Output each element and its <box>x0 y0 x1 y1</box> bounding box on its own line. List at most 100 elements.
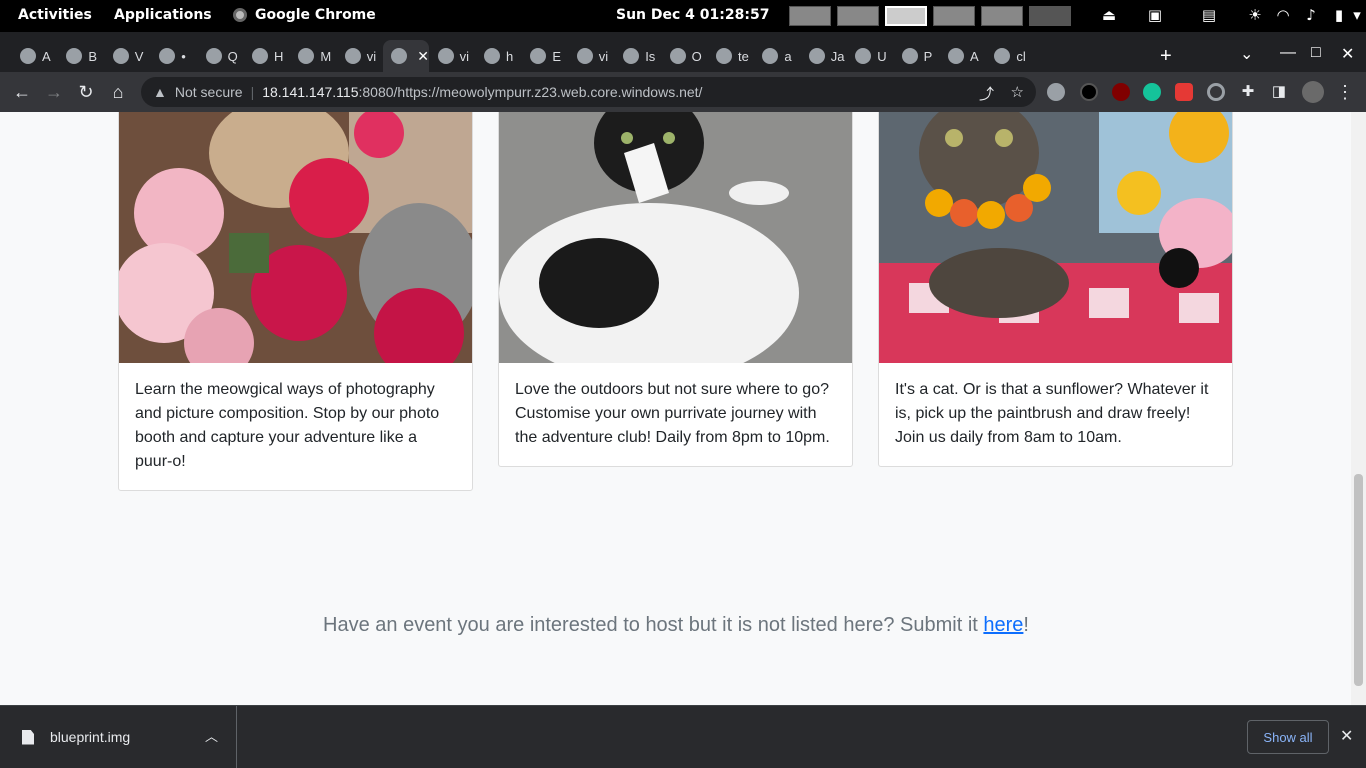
browser-tab[interactable]: Is <box>615 40 661 72</box>
profile-avatar[interactable] <box>1302 81 1324 103</box>
applications-menu[interactable]: Applications <box>114 7 212 23</box>
browser-tab[interactable]: • <box>151 40 197 72</box>
workspace-2[interactable] <box>837 6 879 26</box>
tab-title: O <box>691 48 702 64</box>
browser-tab[interactable]: ✕ <box>383 40 430 72</box>
tab-title: a <box>784 48 792 64</box>
browser-tab[interactable]: te <box>708 40 754 72</box>
ublock-icon[interactable] <box>1112 83 1130 101</box>
browser-tab[interactable]: A <box>940 40 986 72</box>
brightness-icon[interactable]: ☀ <box>1246 6 1264 24</box>
event-card-photography: Learn the meowgical ways of photography … <box>118 112 473 491</box>
art-cat-image <box>879 112 1232 363</box>
clipboard-icon[interactable]: ▣ <box>1146 6 1164 24</box>
browser-tab[interactable]: a <box>754 40 800 72</box>
page-scrollbar[interactable] <box>1351 112 1366 705</box>
browser-toolbar: ← → ↻ ⌂ ▲ Not secure | 18.141.147.115 :8… <box>0 72 1366 112</box>
power-menu-icon[interactable]: ▾ <box>1348 6 1366 24</box>
browser-tab[interactable]: P <box>894 40 940 72</box>
extensions-puzzle-icon[interactable]: ✚ <box>1237 81 1259 103</box>
grammarly-icon[interactable] <box>1143 83 1161 101</box>
back-icon[interactable]: ← <box>11 81 33 103</box>
home-icon[interactable]: ⌂ <box>107 81 129 103</box>
submit-event-link[interactable]: here <box>983 614 1023 636</box>
url-host: 18.141.147.115 <box>262 84 359 100</box>
browser-tab[interactable]: V <box>105 40 151 72</box>
workspace-5[interactable] <box>981 6 1023 26</box>
close-tab-icon[interactable]: ✕ <box>417 48 429 65</box>
activities-button[interactable]: Activities <box>18 7 92 23</box>
tab-favicon-icon <box>252 48 268 64</box>
browser-tab[interactable]: O <box>662 40 708 72</box>
tab-favicon-icon <box>437 48 454 64</box>
close-window-icon[interactable]: ✕ <box>1341 44 1354 64</box>
page-viewport: Learn the meowgical ways of photography … <box>0 112 1366 705</box>
system-top-bar: Activities Applications Google Chrome Su… <box>0 0 1366 32</box>
bookmark-star-icon[interactable]: ☆ <box>1011 83 1024 101</box>
download-item[interactable]: blueprint.img ︿ <box>0 706 237 768</box>
tab-favicon-icon <box>576 48 593 64</box>
reload-icon[interactable]: ↻ <box>75 81 97 103</box>
new-tab-button[interactable]: + <box>1160 45 1172 68</box>
photography-cat-image <box>119 112 472 363</box>
maximize-icon[interactable]: □ <box>1311 44 1321 62</box>
browser-tab[interactable]: H <box>244 40 290 72</box>
browser-tab[interactable]: M <box>290 40 336 72</box>
active-app-label: Google Chrome <box>255 7 376 23</box>
close-icon[interactable]: ✕ <box>1340 726 1353 746</box>
warning-icon[interactable]: ▲ <box>153 84 167 100</box>
minimize-icon[interactable]: — <box>1280 44 1296 62</box>
event-card-art: It's a cat. Or is that a sunflower? What… <box>878 112 1233 467</box>
workspace-4[interactable] <box>933 6 975 26</box>
browser-tab[interactable]: h <box>476 40 522 72</box>
tab-favicon-icon <box>66 48 83 64</box>
browser-tab[interactable]: vi <box>337 40 383 72</box>
volume-icon[interactable]: ♪ <box>1302 6 1320 24</box>
tab-title: A <box>970 48 979 64</box>
workspace-3[interactable] <box>885 6 927 26</box>
chrome-menu-icon[interactable]: ⋮ <box>1334 81 1356 103</box>
browser-tab[interactable]: vi <box>430 40 476 72</box>
side-panel-icon[interactable]: ◨ <box>1268 81 1290 103</box>
card-description: Learn the meowgical ways of photography … <box>135 381 440 470</box>
battery-icon[interactable]: ▮ <box>1330 6 1348 24</box>
extension-red-icon[interactable] <box>1175 83 1193 101</box>
workspace-6[interactable] <box>1029 6 1071 26</box>
address-bar[interactable]: ▲ Not secure | 18.141.147.115 :8080/http… <box>141 77 1036 107</box>
tab-search-icon[interactable]: ⌄ <box>1240 44 1253 64</box>
browser-tab[interactable]: U <box>847 40 893 72</box>
wifi-icon[interactable]: ◠ <box>1274 6 1292 24</box>
security-label[interactable]: Not secure <box>175 84 243 100</box>
layout-icon[interactable]: ▤ <box>1200 6 1218 24</box>
tab-title: te <box>738 48 749 64</box>
share-icon[interactable]: ⤴ <box>979 83 994 104</box>
chrome-icon <box>233 8 247 22</box>
active-app-menu[interactable]: Google Chrome <box>233 7 376 23</box>
browser-tab[interactable]: B <box>58 40 104 72</box>
tab-favicon-icon <box>484 48 500 64</box>
extension-shield-icon[interactable] <box>1047 83 1065 101</box>
tab-title: M <box>320 48 332 64</box>
tab-favicon-icon <box>901 48 918 64</box>
browser-tab[interactable]: vi <box>569 40 615 72</box>
tab-favicon-icon <box>669 48 686 64</box>
scrollbar-thumb[interactable] <box>1354 474 1363 686</box>
chevron-up-icon[interactable]: ︿ <box>205 726 218 745</box>
forward-icon[interactable]: → <box>43 81 65 103</box>
workspace-1[interactable] <box>789 6 831 26</box>
browser-tab[interactable]: Q <box>198 40 244 72</box>
browser-tab[interactable]: Ja <box>801 40 847 72</box>
browser-tab[interactable]: E <box>522 40 568 72</box>
extension-circle-icon[interactable] <box>1207 83 1225 101</box>
tab-favicon-icon <box>623 48 640 64</box>
browser-tab[interactable]: A <box>12 40 58 72</box>
tab-title: vi <box>366 48 377 64</box>
eject-icon[interactable]: ⏏ <box>1100 6 1118 24</box>
browser-tab[interactable]: cl <box>986 40 1032 72</box>
tab-title: h <box>506 48 514 64</box>
show-all-downloads-button[interactable]: Show all <box>1247 720 1329 754</box>
clock[interactable]: Sun Dec 4 01:28:57 <box>616 7 769 23</box>
extension-mask-icon[interactable] <box>1080 83 1098 101</box>
tab-favicon-icon <box>344 48 361 64</box>
download-shelf: blueprint.img ︿ Show all ✕ <box>0 705 1366 768</box>
